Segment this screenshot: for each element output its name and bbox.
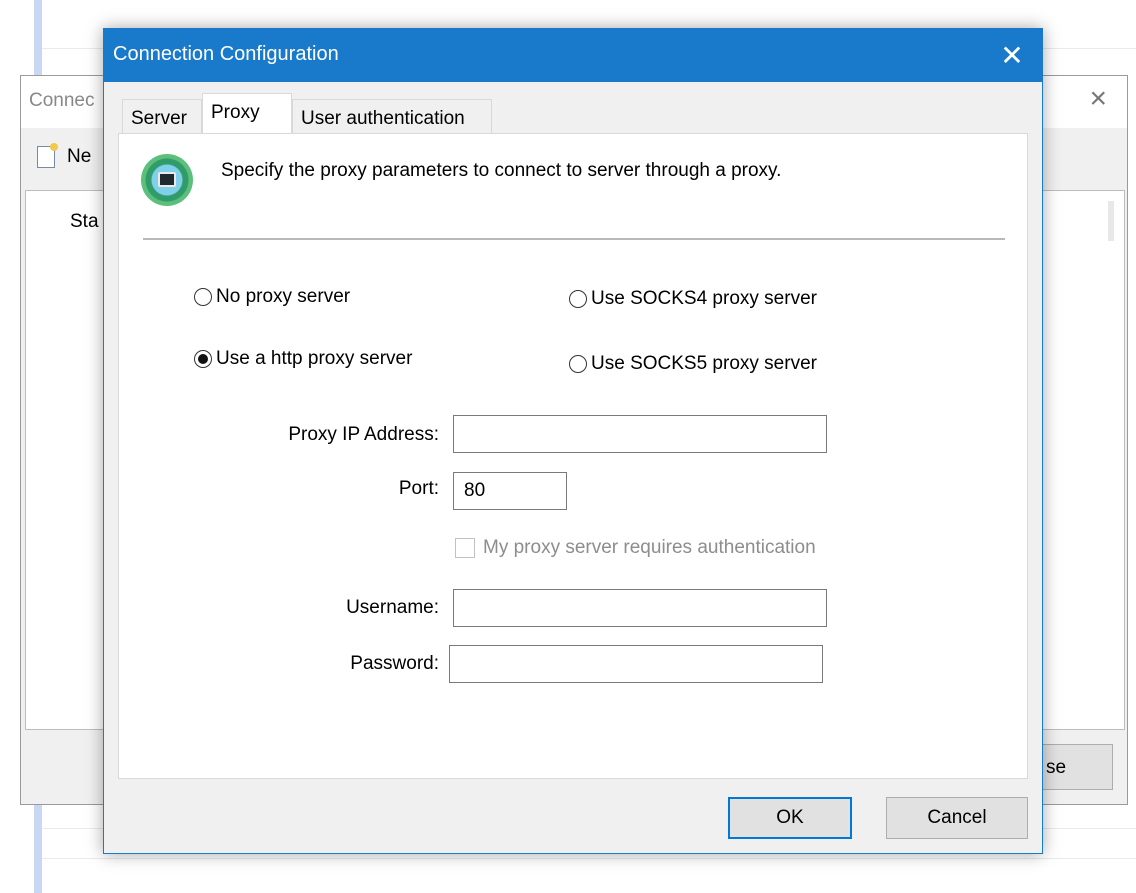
tab-server-label: Server	[131, 108, 187, 129]
tab-proxy[interactable]: Proxy	[202, 93, 292, 133]
proxy-tab-panel: Specify the proxy parameters to connect …	[118, 133, 1028, 779]
proxy-description: Specify the proxy parameters to connect …	[221, 160, 782, 181]
tab-proxy-label: Proxy	[211, 102, 260, 123]
radio-button-checked-icon[interactable]	[194, 350, 212, 368]
http-proxy-radio-label: Use a http proxy server	[216, 348, 413, 369]
dialog-titlebar: Connection Configuration ✕	[104, 29, 1042, 82]
background-close-button-label: se	[1046, 757, 1067, 778]
no-proxy-radio-label: No proxy server	[216, 286, 351, 307]
connection-configuration-dialog: Connection Configuration ✕ Server Proxy …	[103, 28, 1043, 854]
proxy-network-icon	[141, 154, 193, 206]
username-input[interactable]	[453, 589, 827, 627]
http-proxy-radio[interactable]: Use a http proxy server	[194, 348, 412, 370]
separator-line	[143, 238, 1005, 240]
password-label: Password:	[350, 653, 439, 674]
radio-button-icon[interactable]	[569, 290, 587, 308]
tab-server[interactable]: Server	[122, 99, 202, 133]
checkbox-icon[interactable]	[455, 538, 475, 558]
socks5-proxy-radio[interactable]: Use SOCKS5 proxy server	[569, 353, 817, 375]
socks4-proxy-radio-label: Use SOCKS4 proxy server	[591, 288, 817, 309]
port-input[interactable]: 80	[453, 472, 567, 510]
port-label: Port:	[398, 478, 439, 499]
tab-user-authentication-label: User authentication	[301, 108, 465, 129]
ok-button[interactable]: OK	[728, 797, 852, 839]
username-label: Username:	[346, 597, 439, 618]
background-scrollbar[interactable]	[1108, 201, 1114, 241]
proxy-ip-input[interactable]	[453, 415, 827, 453]
background-content-text: Sta	[70, 211, 99, 232]
port-value: 80	[464, 480, 486, 501]
dialog-title: Connection Configuration	[113, 43, 339, 65]
proxy-ip-label: Proxy IP Address:	[288, 424, 439, 445]
ok-button-label: OK	[776, 807, 804, 828]
cancel-button[interactable]: Cancel	[886, 797, 1028, 839]
socks4-proxy-radio[interactable]: Use SOCKS4 proxy server	[569, 288, 817, 310]
background-window-title: Connec	[29, 90, 95, 111]
radio-button-icon[interactable]	[194, 288, 212, 306]
background-new-button-label[interactable]: Ne	[67, 146, 91, 168]
socks5-proxy-radio-label: Use SOCKS5 proxy server	[591, 353, 817, 374]
background-close-icon[interactable]: ×	[1089, 84, 1107, 114]
radio-button-icon[interactable]	[569, 355, 587, 373]
password-input[interactable]	[449, 645, 823, 683]
no-proxy-radio[interactable]: No proxy server	[194, 286, 350, 308]
cancel-button-label: Cancel	[927, 807, 987, 828]
proxy-auth-checkbox-row[interactable]: My proxy server requires authentication	[455, 537, 816, 559]
proxy-auth-checkbox-label: My proxy server requires authentication	[483, 537, 816, 558]
background-divider	[42, 858, 1136, 859]
tab-user-authentication[interactable]: User authentication	[292, 99, 492, 133]
close-icon[interactable]: ✕	[982, 29, 1042, 82]
new-document-icon[interactable]	[37, 143, 58, 168]
